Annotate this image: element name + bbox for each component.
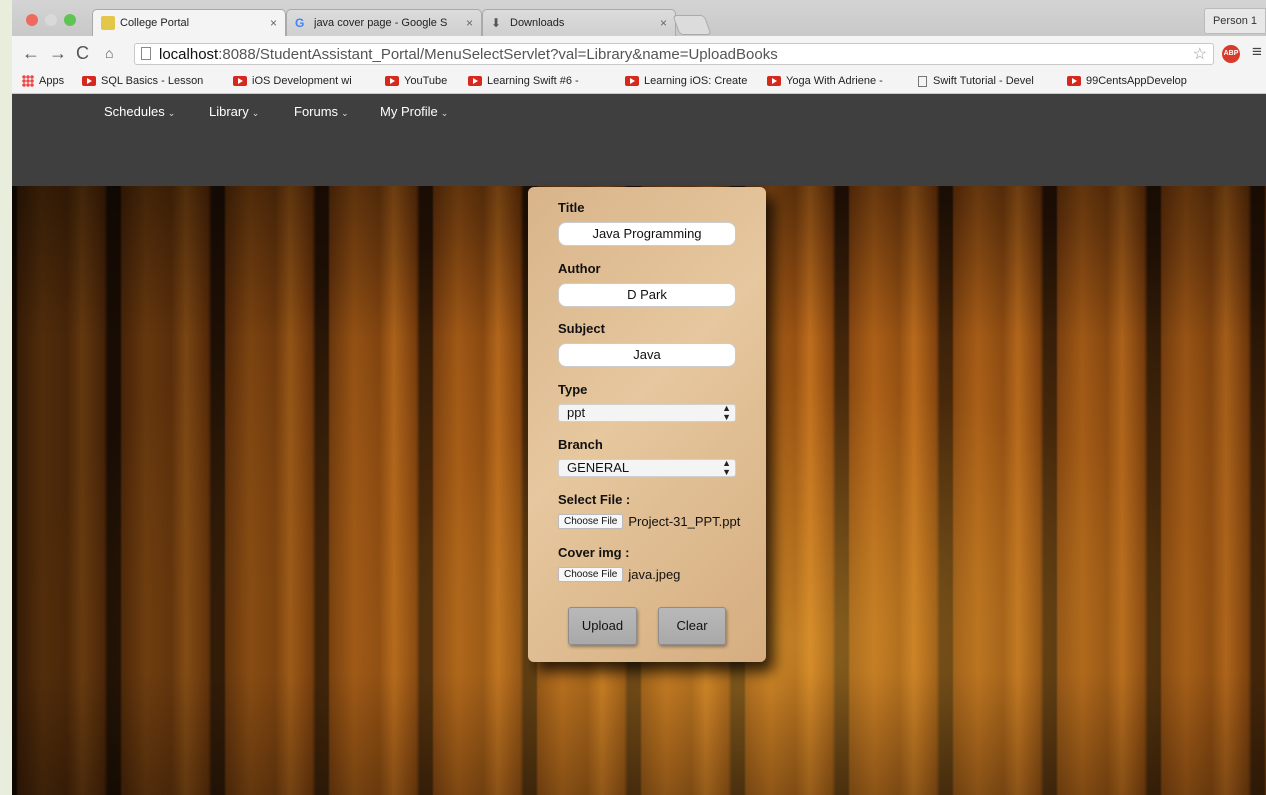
browser-toolbar: ← → C ⌂ localhost:8088/StudentAssistant_… <box>12 36 1266 72</box>
branch-label: Branch <box>558 437 603 452</box>
youtube-icon <box>233 76 247 86</box>
choose-cover-button[interactable]: Choose File <box>558 567 624 582</box>
bookmark-ios-development[interactable]: iOS Development wi <box>233 75 367 87</box>
title-label: Title <box>558 200 585 215</box>
title-input[interactable]: Java Programming <box>558 222 736 246</box>
home-icon[interactable]: ⌂ <box>105 43 113 63</box>
tab-college-portal[interactable]: College Portal × <box>92 9 286 36</box>
select-arrows-icon: ▲ ▼ <box>722 403 731 422</box>
type-selected-value: ppt <box>567 405 586 420</box>
nav-my-profile[interactable]: My Profile ⌄ <box>380 104 448 119</box>
forward-arrow-icon[interactable]: → <box>49 43 67 63</box>
nav-forums[interactable]: Forums ⌄ <box>294 104 349 119</box>
select-file-label: Select File : <box>558 492 631 507</box>
youtube-icon <box>468 76 482 86</box>
author-label: Author <box>558 261 601 276</box>
bookmark-swift-tutorial[interactable]: Swift Tutorial - Devel <box>918 75 1056 87</box>
chevron-down-icon: ⌄ <box>167 108 176 118</box>
cover-img-label: Cover img : <box>558 545 630 560</box>
subject-input[interactable]: Java <box>558 343 736 367</box>
bookmark-youtube[interactable]: YouTube <box>385 75 447 87</box>
tab-downloads[interactable]: ⬇ Downloads × <box>482 9 676 36</box>
tab-java-cover-page[interactable]: G java cover page - Google S × <box>286 9 482 36</box>
adblock-plus-icon[interactable]: ABP <box>1222 45 1240 63</box>
close-window-button[interactable] <box>26 14 38 26</box>
zoom-window-button[interactable] <box>64 14 76 26</box>
nav-schedules[interactable]: Schedules ⌄ <box>104 104 175 119</box>
select-arrows-icon: ▲ ▼ <box>722 458 731 477</box>
bookmark-star-icon[interactable]: ☆ <box>1193 44 1207 66</box>
branch-select[interactable]: GENERAL ▲ ▼ <box>558 459 736 477</box>
tab-label: College Portal <box>120 17 190 29</box>
reload-icon[interactable]: C <box>76 43 89 63</box>
youtube-icon <box>1067 76 1081 86</box>
youtube-icon <box>385 76 399 86</box>
nav-library[interactable]: Library ⌄ <box>209 104 259 119</box>
upload-button[interactable]: Upload <box>568 607 637 645</box>
document-icon <box>918 75 927 87</box>
google-favicon-icon: G <box>295 16 305 30</box>
clear-button[interactable]: Clear <box>658 607 726 645</box>
back-arrow-icon[interactable]: ← <box>22 43 40 63</box>
select-file-row: Choose File Project-31_PPT.ppt <box>558 514 740 529</box>
youtube-icon <box>82 76 96 86</box>
minimize-window-button[interactable] <box>45 14 57 26</box>
site-navbar: Schedules ⌄ Library ⌄ Forums ⌄ My Profile ⌄ <box>12 94 1266 186</box>
upload-book-form: Title Java Programming Author D Park Sub… <box>528 187 766 662</box>
tab-label: java cover page - Google S <box>314 17 448 29</box>
close-tab-icon[interactable]: × <box>270 16 277 30</box>
bookmark-yoga-with-adriene[interactable]: Yoga With Adriene - <box>767 75 905 87</box>
bookmark-sql-basics[interactable]: SQL Basics - Lesson <box>82 75 214 87</box>
chevron-down-icon: ⌄ <box>251 108 260 118</box>
bookmark-99cents[interactable]: 99CentsAppDevelop <box>1067 75 1207 87</box>
close-tab-icon[interactable]: × <box>466 16 473 30</box>
choose-file-button[interactable]: Choose File <box>558 514 624 529</box>
url-text: localhost:8088/StudentAssistant_Portal/M… <box>159 46 778 63</box>
address-bar[interactable]: localhost:8088/StudentAssistant_Portal/M… <box>134 43 1214 65</box>
bookmark-apps[interactable]: Apps <box>22 75 64 87</box>
browser-window: College Portal × G java cover page - Goo… <box>12 0 1266 795</box>
close-tab-icon[interactable]: × <box>660 16 667 30</box>
selected-file-name: Project-31_PPT.ppt <box>628 514 741 529</box>
author-input[interactable]: D Park <box>558 283 736 307</box>
chrome-menu-icon[interactable]: ≡ <box>1252 42 1262 62</box>
web-page: Schedules ⌄ Library ⌄ Forums ⌄ My Profile ⌄ … <box>12 94 1266 795</box>
college-portal-favicon-icon <box>101 16 115 30</box>
youtube-icon <box>625 76 639 86</box>
download-icon: ⬇ <box>491 16 502 30</box>
type-select[interactable]: ppt ▲ ▼ <box>558 404 736 422</box>
chevron-down-icon: ⌄ <box>341 108 349 118</box>
apps-icon <box>22 75 34 87</box>
cover-file-name: java.jpeg <box>628 567 681 582</box>
type-label: Type <box>558 382 588 397</box>
subject-label: Subject <box>558 321 605 336</box>
page-icon <box>141 47 151 60</box>
new-tab-button[interactable] <box>672 15 712 35</box>
bookmark-learning-swift[interactable]: Learning Swift #6 - <box>468 75 608 87</box>
tab-strip: College Portal × G java cover page - Goo… <box>12 0 1266 36</box>
bookmark-learning-ios[interactable]: Learning iOS: Create <box>625 75 761 87</box>
tab-label: Downloads <box>510 17 565 29</box>
youtube-icon <box>767 76 781 86</box>
chevron-down-icon: ⌄ <box>440 108 449 118</box>
bookmarks-bar: Apps SQL Basics - Lesson iOS Development… <box>12 72 1266 94</box>
cover-img-row: Choose File java.jpeg <box>558 567 680 582</box>
branch-selected-value: GENERAL <box>567 460 630 475</box>
person-button[interactable]: Person 1 <box>1203 8 1266 34</box>
